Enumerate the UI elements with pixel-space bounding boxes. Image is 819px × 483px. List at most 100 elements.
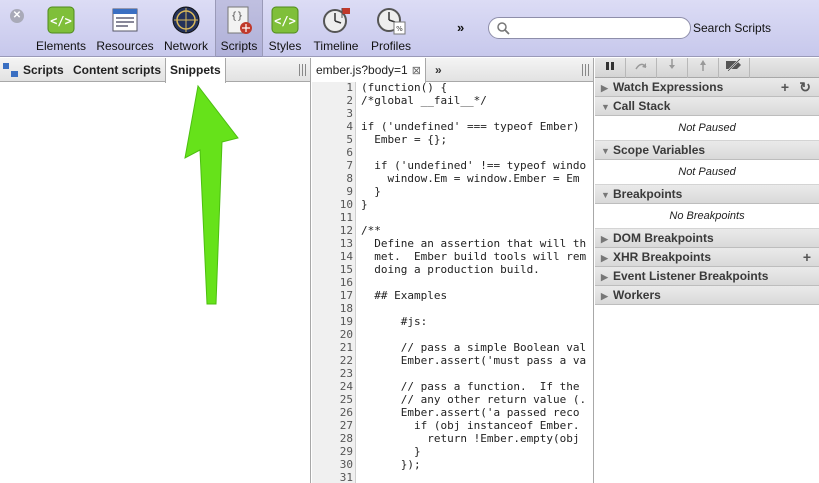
toolbar-network-button[interactable]: Network: [161, 4, 211, 54]
code-line[interactable]: 23: [312, 367, 593, 380]
code-text: Ember.assert('a passed reco: [361, 406, 580, 419]
line-number[interactable]: 22: [312, 354, 353, 367]
line-number[interactable]: 4: [312, 120, 353, 133]
search-scripts-input[interactable]: [488, 17, 691, 39]
code-line[interactable]: 11: [312, 211, 593, 224]
code-line[interactable]: 9 }: [312, 185, 593, 198]
sidebar-section-breakpoints[interactable]: ▼ Breakpoints: [595, 185, 819, 204]
pause-button[interactable]: [595, 58, 626, 78]
sidebar-section-dom-breakpoints[interactable]: ▶ DOM Breakpoints: [595, 229, 819, 248]
step-over-button[interactable]: [626, 58, 657, 78]
toolbar-styles-button[interactable]: </> Styles: [266, 4, 304, 54]
line-number[interactable]: 16: [312, 276, 353, 289]
sidebar-section-scope-variables[interactable]: ▼ Scope Variables: [595, 141, 819, 160]
sidebar-section-event-listener-breakpoints[interactable]: ▶ Event Listener Breakpoints: [595, 267, 819, 286]
line-number[interactable]: 12: [312, 224, 353, 237]
code-line[interactable]: 18: [312, 302, 593, 315]
line-number[interactable]: 27: [312, 419, 353, 432]
code-line[interactable]: 31: [312, 471, 593, 483]
line-number[interactable]: 15: [312, 263, 353, 276]
code-lines[interactable]: 1 (function() {2 /*global __fail__*/ 3 4 if (…: [312, 81, 593, 483]
tab-snippets[interactable]: Snippets: [165, 58, 226, 83]
code-line[interactable]: 17 ## Examples: [312, 289, 593, 302]
line-number[interactable]: 10: [312, 198, 353, 211]
sidebar-section-call-stack[interactable]: ▼ Call Stack: [595, 97, 819, 116]
line-number[interactable]: 11: [312, 211, 353, 224]
line-number[interactable]: 14: [312, 250, 353, 263]
line-number[interactable]: 30: [312, 458, 353, 471]
line-number[interactable]: 18: [312, 302, 353, 315]
toolbar-overflow-button[interactable]: »: [457, 20, 464, 35]
code-line[interactable]: 7 if ('undefined' !== typeof windo: [312, 159, 593, 172]
code-line[interactable]: 26 Ember.assert('a passed reco: [312, 406, 593, 419]
line-number[interactable]: 13: [312, 237, 353, 250]
code-line[interactable]: 12 /**: [312, 224, 593, 237]
code-line[interactable]: 10}: [312, 198, 593, 211]
line-number[interactable]: 8: [312, 172, 353, 185]
code-line[interactable]: 5 Ember = {};: [312, 133, 593, 146]
line-number[interactable]: 26: [312, 406, 353, 419]
step-into-button[interactable]: [657, 58, 688, 78]
code-line[interactable]: 30 });: [312, 458, 593, 471]
deactivate-breakpoints-button[interactable]: [719, 58, 750, 78]
step-out-button[interactable]: [688, 58, 719, 78]
resize-grip-icon[interactable]: [299, 64, 306, 76]
line-number[interactable]: 29: [312, 445, 353, 458]
code-line[interactable]: 16: [312, 276, 593, 289]
code-line[interactable]: 2 /*global __fail__*/: [312, 94, 593, 107]
add-icon[interactable]: +: [781, 78, 789, 97]
code-line[interactable]: 15 doing a production build.: [312, 263, 593, 276]
sidebar-section-xhr-breakpoints[interactable]: ▶ XHR Breakpoints +: [595, 248, 819, 267]
tab-content-scripts[interactable]: Content scripts: [69, 58, 165, 82]
code-line[interactable]: 6: [312, 146, 593, 159]
code-line[interactable]: 19 #js:: [312, 315, 593, 328]
toolbar-elements-button[interactable]: </> Elements: [34, 4, 88, 54]
toolbar-scripts-button[interactable]: {} Scripts: [215, 0, 263, 57]
code-line[interactable]: 1 (function() {: [312, 81, 593, 94]
line-number[interactable]: 20: [312, 328, 353, 341]
line-number[interactable]: 3: [312, 107, 353, 120]
refresh-icon[interactable]: ↻: [799, 78, 811, 97]
code-line[interactable]: 4 if ('undefined' === typeof Ember): [312, 120, 593, 133]
code-line[interactable]: 20: [312, 328, 593, 341]
code-line[interactable]: 13 Define an assertion that will th: [312, 237, 593, 250]
code-line[interactable]: 24 // pass a function. If the: [312, 380, 593, 393]
toolbar-timeline-button[interactable]: Timeline: [308, 4, 364, 54]
line-number[interactable]: 9: [312, 185, 353, 198]
line-number[interactable]: 1: [312, 81, 353, 94]
code-line[interactable]: 3: [312, 107, 593, 120]
more-tabs-button[interactable]: »: [435, 63, 442, 77]
resize-grip-icon[interactable]: [582, 64, 589, 76]
code-line[interactable]: 21 // pass a simple Boolean val: [312, 341, 593, 354]
sidebar-section-watch-expressions[interactable]: ▶ Watch Expressions + ↻: [595, 78, 819, 97]
deactivate-breakpoints-icon: [726, 58, 741, 72]
line-number[interactable]: 7: [312, 159, 353, 172]
line-number[interactable]: 21: [312, 341, 353, 354]
code-line[interactable]: 8 window.Em = window.Ember = Em: [312, 172, 593, 185]
code-line[interactable]: 14 met. Ember build tools will rem: [312, 250, 593, 263]
add-icon[interactable]: +: [803, 248, 811, 267]
line-number[interactable]: 5: [312, 133, 353, 146]
file-tab-ember-js[interactable]: ember.js?body=1 ⊠: [312, 58, 426, 83]
code-line[interactable]: 28 return !Ember.empty(obj: [312, 432, 593, 445]
toolbar-profiles-button[interactable]: % Profiles: [368, 4, 414, 54]
sidebar-section-workers[interactable]: ▶ Workers: [595, 286, 819, 305]
line-number[interactable]: 17: [312, 289, 353, 302]
line-number[interactable]: 25: [312, 393, 353, 406]
code-line[interactable]: 25 // any other return value (.: [312, 393, 593, 406]
line-number[interactable]: 28: [312, 432, 353, 445]
code-line[interactable]: 27 if (obj instanceof Ember.: [312, 419, 593, 432]
line-number[interactable]: 2: [312, 94, 353, 107]
line-number[interactable]: 31: [312, 471, 353, 483]
toggle-navigator-icon[interactable]: [3, 63, 19, 77]
line-number[interactable]: 19: [312, 315, 353, 328]
code-line[interactable]: 22 Ember.assert('must pass a va: [312, 354, 593, 367]
close-tab-icon[interactable]: ⊠: [412, 65, 421, 77]
line-number[interactable]: 23: [312, 367, 353, 380]
toolbar-resources-button[interactable]: Resources: [94, 4, 156, 54]
line-number[interactable]: 24: [312, 380, 353, 393]
close-icon[interactable]: ✕: [10, 9, 24, 23]
line-number[interactable]: 6: [312, 146, 353, 159]
tab-scripts[interactable]: Scripts: [19, 58, 68, 82]
code-line[interactable]: 29 }: [312, 445, 593, 458]
